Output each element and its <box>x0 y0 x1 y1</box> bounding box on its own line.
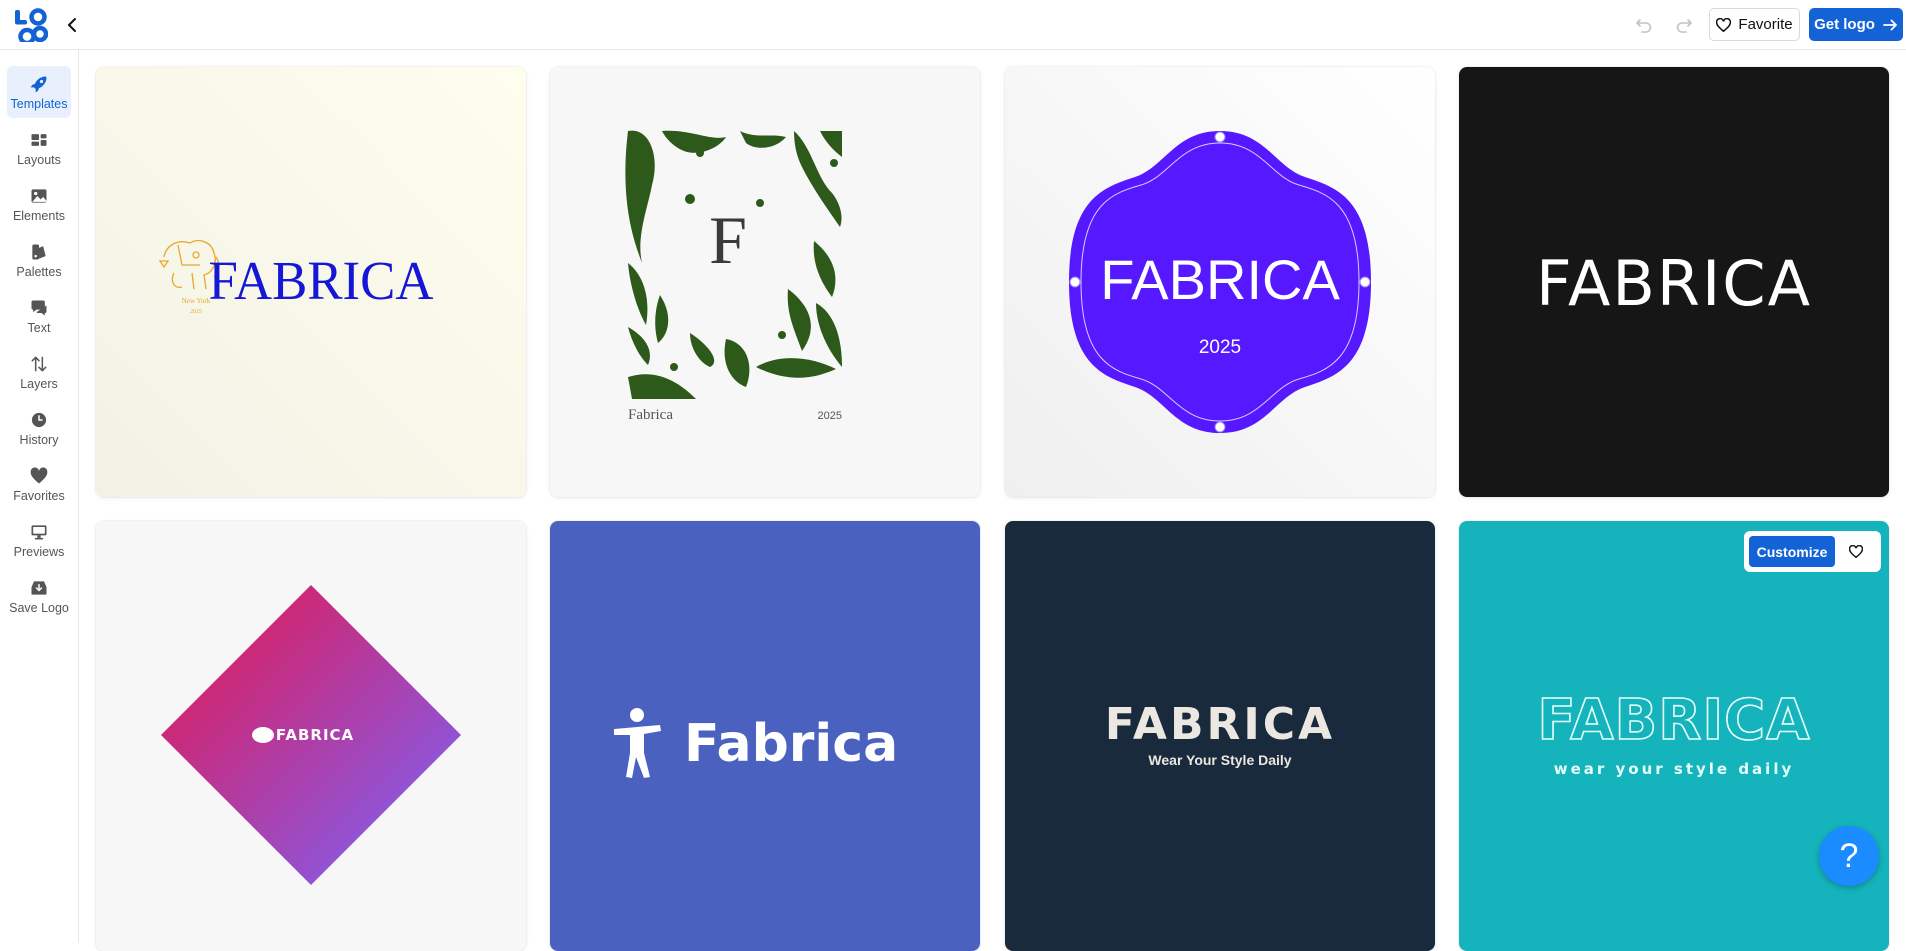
redo-button[interactable] <box>1673 14 1695 36</box>
sidebar-item-label: Palettes <box>16 264 62 279</box>
sidebar-item-palettes[interactable]: Palettes <box>7 234 71 286</box>
template-card[interactable]: FABRICA 2025 <box>1005 67 1435 497</box>
sidebar-item-text[interactable]: Text <box>7 290 71 342</box>
brand-text: FABRICA <box>276 726 354 744</box>
undo-icon <box>1636 19 1652 33</box>
rocket-icon <box>30 76 47 92</box>
sidebar-item-label: Layers <box>20 376 58 391</box>
sidebar-item-elements[interactable]: Elements <box>7 178 71 230</box>
sidebar-item-label: Layouts <box>17 152 61 167</box>
template-card[interactable]: F Fabrica 2025 <box>550 67 980 497</box>
year-text: 2025 <box>1199 337 1241 358</box>
brand-text: Fabrica <box>684 714 898 774</box>
sidebar-item-history[interactable]: History <box>7 402 71 454</box>
get-logo-label: Get logo <box>1814 16 1875 33</box>
brand-text: FABRICA <box>1100 248 1340 311</box>
question-mark-icon: ? <box>1839 836 1859 875</box>
template-preview: FABRICA <box>96 521 526 951</box>
brand-text: FABRICA <box>1105 699 1335 750</box>
sidebar-item-label: Templates <box>10 96 68 111</box>
monitor-icon <box>31 524 47 539</box>
tagline-text: wear your style daily <box>1554 760 1795 778</box>
sub-city-text: New York <box>182 297 211 305</box>
template-card[interactable]: FABRICA Wear Your Style Daily <box>1005 521 1435 951</box>
logo-icon <box>15 8 49 46</box>
sidebar-item-label: History <box>19 432 59 447</box>
sidebar-item-layers[interactable]: Layers <box>7 346 71 398</box>
layouts-icon <box>31 133 47 146</box>
sidebar-item-label: Favorites <box>13 488 65 503</box>
get-logo-button[interactable]: Get logo <box>1809 8 1903 41</box>
template-card[interactable]: FABRICA wear your style daily Customize <box>1459 521 1889 951</box>
favorite-label: Favorite <box>1738 16 1793 33</box>
sort-arrows-icon <box>31 356 47 371</box>
redo-icon <box>1676 19 1692 33</box>
favorite-button[interactable]: Favorite <box>1709 8 1800 41</box>
card-hover-toolbar: Customize <box>1744 531 1881 572</box>
heart-outline-icon <box>1716 17 1732 32</box>
sidebar-item-save-logo[interactable]: Save Logo <box>7 570 71 622</box>
app-logo[interactable] <box>14 8 49 46</box>
arrow-right-icon <box>1883 19 1897 30</box>
sidebar-item-label: Save Logo <box>9 600 69 615</box>
sidebar-item-favorites[interactable]: Favorites <box>7 458 71 510</box>
template-card[interactable]: New York 2025 FABRICA <box>96 67 526 497</box>
chevron-left-icon <box>67 18 76 32</box>
sub-year-text: 2025 <box>190 309 202 315</box>
sidebar-item-label: Text <box>27 320 51 335</box>
undo-button[interactable] <box>1633 14 1655 36</box>
customize-button[interactable]: Customize <box>1749 536 1835 567</box>
back-button[interactable] <box>62 14 82 36</box>
template-card[interactable]: FABRICA <box>1459 67 1889 497</box>
brand-text: FABRICA <box>209 250 434 311</box>
card-favorite-button[interactable] <box>1841 537 1871 567</box>
monogram-letter: F <box>709 202 747 278</box>
heart-outline-icon <box>1849 545 1863 558</box>
sidebar-item-previews[interactable]: Previews <box>7 514 71 566</box>
heart-icon <box>30 466 48 483</box>
clock-icon <box>31 412 47 427</box>
sidebar-item-templates[interactable]: Templates <box>7 66 71 118</box>
sidebar: Templates Layouts Elements Palettes Text… <box>0 50 79 943</box>
brand-text: FABRICA <box>1537 688 1810 753</box>
template-preview: FABRICA 2025 <box>1005 67 1435 497</box>
template-preview: FABRICA <box>1459 67 1889 497</box>
sidebar-item-layouts[interactable]: Layouts <box>7 122 71 174</box>
brain-icon <box>252 727 274 743</box>
image-icon <box>31 188 47 203</box>
top-bar: Favorite Get logo <box>0 0 1906 50</box>
template-preview: F Fabrica 2025 <box>550 67 980 497</box>
download-box-icon <box>31 580 47 595</box>
palette-icon <box>32 244 46 259</box>
template-preview: Fabrica <box>550 521 980 951</box>
template-preview: New York 2025 FABRICA <box>96 67 526 497</box>
brand-text: FABRICA <box>1536 247 1812 320</box>
tagline-text: Wear Your Style Daily <box>1148 752 1291 768</box>
sidebar-item-label: Elements <box>12 208 66 223</box>
year-text: 2025 <box>818 410 842 422</box>
template-preview: FABRICA wear your style daily <box>1459 521 1889 951</box>
chat-icon <box>31 300 47 315</box>
sidebar-item-label: Previews <box>13 544 65 559</box>
template-card[interactable]: FABRICA <box>96 521 526 951</box>
brand-text: Fabrica <box>628 407 673 423</box>
template-card[interactable]: Fabrica <box>550 521 980 951</box>
template-preview: FABRICA Wear Your Style Daily <box>1005 521 1435 951</box>
help-button[interactable]: ? <box>1819 826 1879 886</box>
